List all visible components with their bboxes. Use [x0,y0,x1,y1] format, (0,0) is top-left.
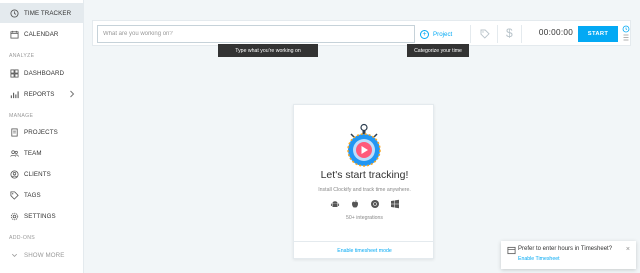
section-manage: MANAGE [9,113,34,119]
team-icon [9,148,19,158]
windows-icon[interactable] [390,199,400,209]
divider [470,25,471,43]
billable-icon[interactable]: $ [506,26,513,40]
document-icon [9,127,19,137]
chrome-icon[interactable] [370,199,380,209]
sidebar-item-label: SETTINGS [24,212,56,220]
divider [497,25,498,43]
show-more-button[interactable]: SHOW MORE [0,245,83,265]
description-input[interactable] [97,25,415,43]
sidebar-item-settings[interactable]: SETTINGS [0,206,83,226]
enable-timesheet-link[interactable]: Enable Timesheet [518,256,560,262]
section-addons: ADD-ONS [9,235,36,241]
client-icon [9,169,19,179]
sidebar-item-label: TAGS [24,191,41,199]
sidebar-item-dashboard[interactable]: DASHBOARD [0,63,83,83]
empty-state-card: Let's start tracking! Install Clockify a… [293,104,434,259]
sidebar-item-label: TEAM [24,149,42,157]
sidebar-item-calendar[interactable]: CALENDAR [0,24,83,44]
notification-message: Prefer to enter hours in Timesheet? [518,246,613,252]
sidebar-item-label: CALENDAR [24,30,59,38]
sidebar-item-time-tracker[interactable]: TIME TRACKER [0,3,83,23]
android-icon[interactable] [330,199,340,209]
timesheet-notification: Prefer to enter hours in Timesheet? Enab… [501,241,636,269]
sidebar-item-label: TIME TRACKER [24,9,72,17]
clock-icon [9,8,19,18]
project-tooltip: Categorize your time [407,44,469,57]
integrations-text: 50+ integrations [345,215,384,221]
section-analyze: ANALYZE [9,53,35,59]
sidebar-item-label: REPORTS [24,90,55,98]
empty-state-title: Let's start tracking! [320,169,409,181]
sidebar-item-projects[interactable]: PROJECTS [0,122,83,142]
card-divider [294,241,433,242]
bar-chart-icon [9,89,19,99]
empty-state-subtitle: Install Clockify and track time anywhere… [318,187,411,193]
notification-icon [507,246,516,255]
sidebar-item-team[interactable]: TEAM [0,143,83,163]
sidebar-item-label: PROJECTS [24,128,58,136]
sidebar-item-tags[interactable]: TAGS [0,185,83,205]
sidebar-item-clients[interactable]: CLIENTS [0,164,83,184]
chevron-right-icon [70,90,75,98]
sidebar-item-label: CLIENTS [24,170,51,178]
plus-circle-icon: + [420,29,429,39]
sidebar-item-label: DASHBOARD [24,69,65,77]
mode-toggle-icon[interactable] [622,25,630,43]
tag-icon[interactable] [480,29,490,39]
calendar-icon [9,29,19,39]
dashboard-icon [9,68,19,78]
gear-icon [9,211,19,221]
sidebar: TIME TRACKER CALENDAR ANALYZE DASHBOARD … [0,0,84,273]
platform-icons [330,198,400,210]
apple-icon[interactable] [350,199,360,209]
description-tooltip: Type what you're working on [218,44,318,57]
enable-timesheet-mode-link[interactable]: Enable timesheet mode [294,248,435,254]
sidebar-item-reports[interactable]: REPORTS [0,84,83,104]
close-icon[interactable]: × [626,246,630,253]
divider [521,25,522,43]
project-button[interactable]: + Project [420,27,452,41]
show-more-label: SHOW MORE [24,251,65,259]
tag-icon [9,190,19,200]
project-label: Project [433,30,453,38]
start-button[interactable]: START [578,26,618,42]
timer-display[interactable]: 00:00:00 [531,28,581,37]
time-tracker-bar: + Project $ 00:00:00 START [92,20,631,46]
stopwatch-illustration [347,123,381,167]
chevron-down-icon [9,250,19,260]
